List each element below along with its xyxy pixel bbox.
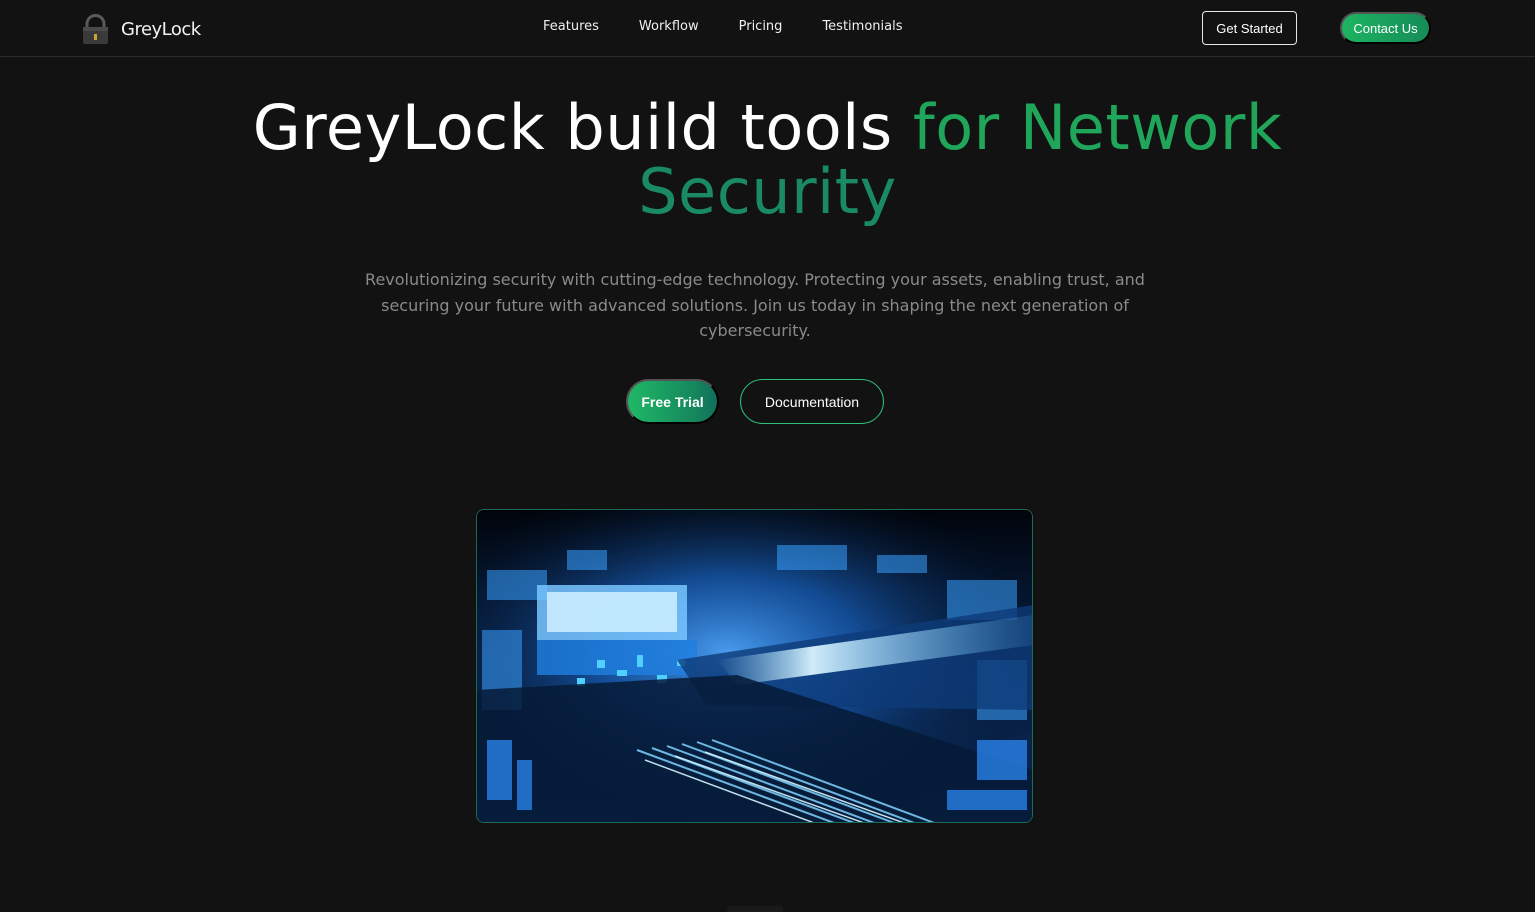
hero-subtitle: Revolutionizing security with cutting-ed… — [365, 270, 1145, 340]
padlock-icon — [83, 13, 108, 44]
nav-link-testimonials[interactable]: Testimonials — [822, 18, 902, 36]
top-navbar: GreyLock Features Workflow Pricing Testi… — [0, 0, 1535, 57]
brand-name: GreyLock — [121, 18, 201, 40]
hero-title: GreyLock build tools for Network Securit… — [0, 96, 1535, 224]
documentation-button[interactable]: Documentation — [740, 379, 884, 424]
get-started-button[interactable]: Get Started — [1202, 11, 1297, 45]
bottom-edge-element — [727, 906, 783, 912]
free-trial-button[interactable]: Free Trial — [626, 379, 719, 424]
nav-links: Features Workflow Pricing Testimonials — [543, 18, 942, 36]
nav-link-features[interactable]: Features — [543, 18, 599, 36]
hero-title-white: GreyLock build tools — [252, 91, 913, 164]
hero-title-security: Security — [638, 155, 897, 228]
contact-us-button[interactable]: Contact Us — [1340, 12, 1431, 44]
nav-link-workflow[interactable]: Workflow — [639, 18, 699, 36]
hero-title-green: for Network — [912, 91, 1283, 164]
nav-link-pricing[interactable]: Pricing — [739, 18, 783, 36]
brand[interactable]: GreyLock — [80, 12, 201, 46]
hero-circuit-image — [476, 509, 1033, 823]
